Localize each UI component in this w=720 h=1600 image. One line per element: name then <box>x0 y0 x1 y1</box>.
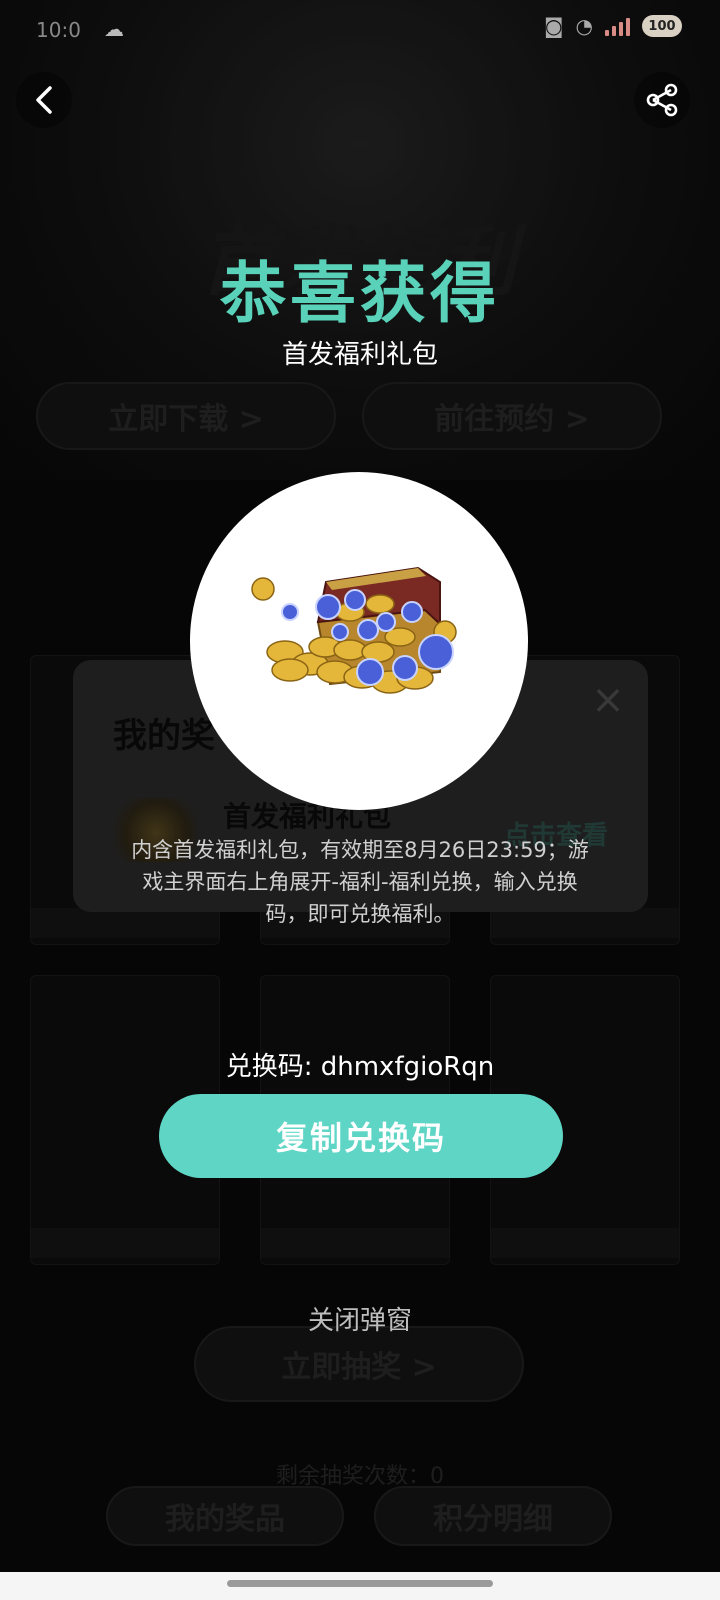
prize-subtitle: 首发福利礼包 <box>281 340 438 370</box>
battery-icon: 100 <box>642 15 682 37</box>
share-icon <box>646 83 678 117</box>
status-time: 10:0 <box>36 18 81 42</box>
congrats-title: 恭喜获得 <box>220 255 500 332</box>
close-popup-link[interactable]: 关闭弹窗 <box>0 1300 720 1337</box>
weather-icon: ☁ <box>104 17 124 41</box>
status-icons: ◙ ◔ 100 <box>544 14 682 38</box>
signal-icon <box>605 16 630 36</box>
home-indicator[interactable] <box>227 1580 493 1587</box>
status-bar: 10:0 ☁ ◙ ◔ 100 <box>0 0 720 60</box>
chevron-left-icon <box>36 86 52 114</box>
copy-code-button[interactable]: 复制兑换码 <box>159 1094 563 1178</box>
back-button[interactable] <box>16 72 72 128</box>
prize-image <box>190 472 528 810</box>
app-notification-icon: ◙ <box>544 14 564 38</box>
treasure-chest-icon <box>251 566 457 694</box>
alarm-icon: ◔ <box>575 14 593 38</box>
share-button[interactable] <box>634 72 690 128</box>
redeem-code: 兑换码: dhmxfgioRqn <box>225 1052 495 1082</box>
prize-description: 内含首发福利礼包，有效期至8月26日23:59；游戏主界面右上角展开-福利-福利… <box>131 838 589 926</box>
